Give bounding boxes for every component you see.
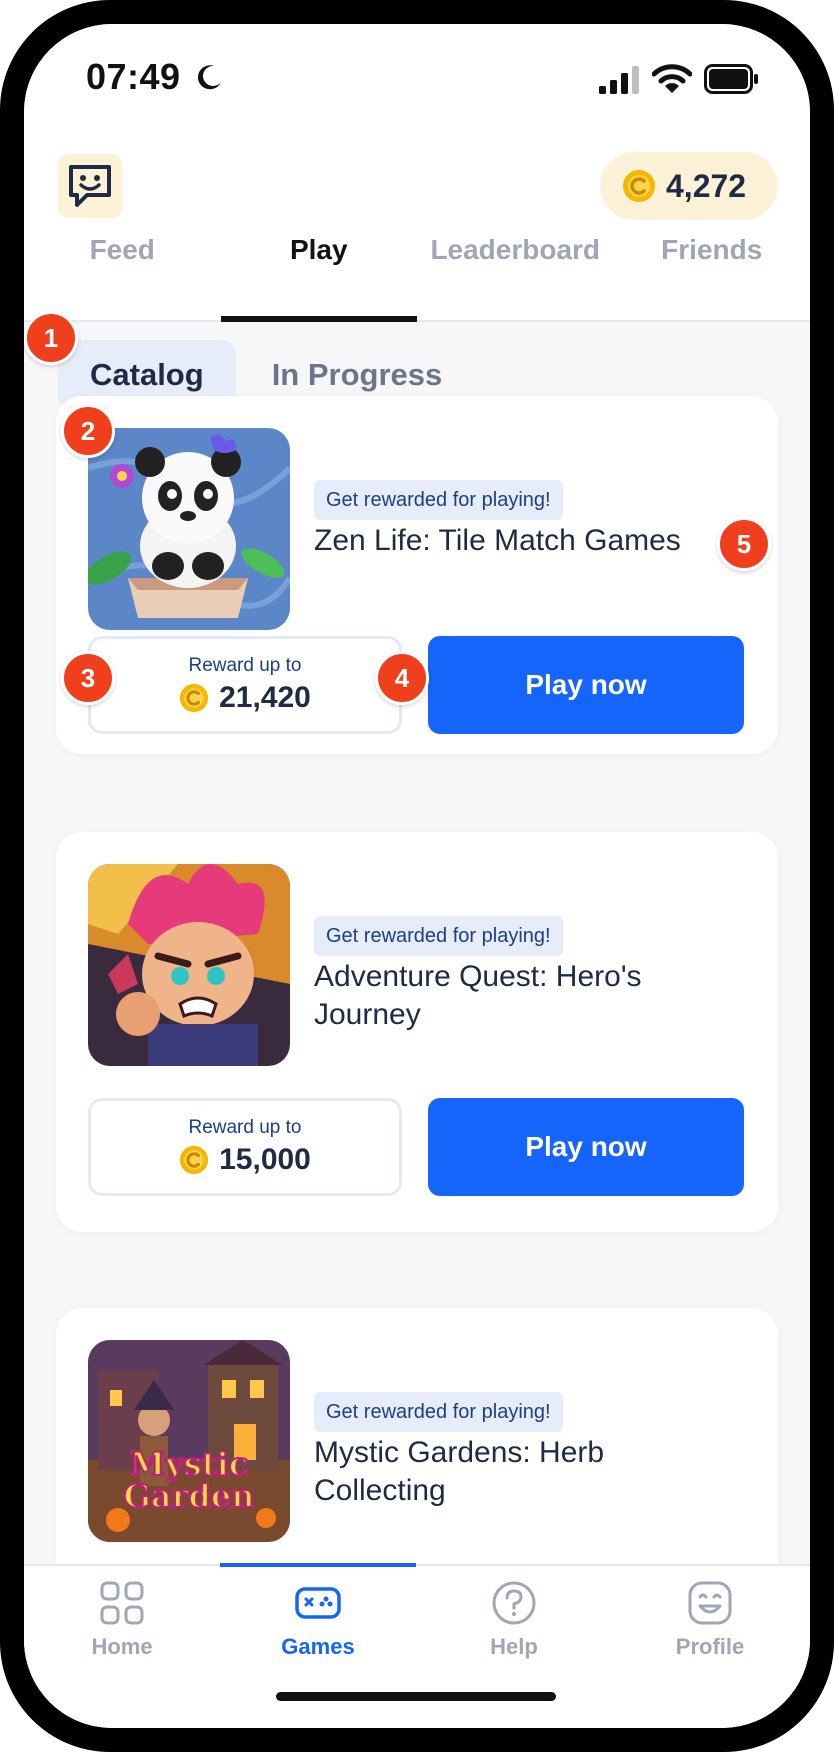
annotation-badge-3: 3 — [61, 651, 115, 705]
grid-icon — [100, 1581, 144, 1625]
annotation-badge-1: 1 — [24, 311, 78, 365]
tab-leaderboard[interactable]: Leaderboard — [417, 234, 614, 322]
reward-label: Reward up to — [188, 1117, 302, 1138]
status-bar: 07:49 — [24, 24, 810, 134]
reward-box: Reward up to 15,000 — [88, 1098, 402, 1196]
game-title[interactable]: Mystic Gardens: Herb Collecting — [314, 1434, 734, 1510]
game-thumbnail[interactable] — [88, 428, 290, 630]
play-now-button[interactable]: Play now — [428, 636, 744, 734]
wifi-icon — [652, 64, 692, 93]
coin-icon — [179, 683, 209, 713]
annotation-badge-4: 4 — [375, 651, 429, 705]
annotation-badge-2: 2 — [61, 404, 115, 458]
top-tabs: Feed Play Leaderboard Friends — [24, 234, 810, 322]
help-icon — [492, 1581, 536, 1625]
game-card: Mystic Garden Get rewarded for playing! … — [56, 1308, 778, 1608]
game-card: Get rewarded for playing! Adventure Ques… — [56, 832, 778, 1232]
thumbnail-word-1: Mystic — [129, 1445, 249, 1483]
phone-frame: 07:49 4,272 Feed Play Leaderboard Friend… — [0, 0, 834, 1752]
coin-icon — [623, 170, 655, 202]
reward-amount: 21,420 — [219, 681, 311, 714]
app-header: 4,272 Feed Play Leaderboard Friends — [24, 134, 810, 322]
tab-play[interactable]: Play — [220, 234, 418, 322]
moon-icon — [197, 65, 221, 90]
thumbnail-word-2: Garden — [123, 1477, 256, 1515]
nav-item-home[interactable]: Home — [24, 1580, 220, 1660]
reward-tag: Get rewarded for playing! — [314, 1392, 563, 1432]
annotation-badge-5: 5 — [717, 517, 771, 571]
battery-icon — [704, 64, 758, 94]
coin-balance: 4,272 — [666, 167, 747, 204]
game-thumbnail[interactable]: Mystic Garden — [88, 1340, 290, 1542]
reward-tag: Get rewarded for playing! — [314, 480, 563, 520]
nav-item-games[interactable]: Games — [220, 1580, 416, 1660]
coin-icon — [179, 1145, 209, 1175]
bottom-nav: Home Games Help Profile — [24, 1563, 810, 1728]
chat-button[interactable] — [58, 154, 122, 218]
reward-tag: Get rewarded for playing! — [314, 916, 563, 956]
cell-signal-icon — [599, 66, 639, 94]
profile-icon — [688, 1581, 732, 1625]
coin-balance-pill[interactable]: 4,272 — [600, 152, 778, 220]
hero-thumbnail-icon — [88, 864, 290, 1066]
game-thumbnail[interactable] — [88, 864, 290, 1066]
home-indicator — [276, 1692, 556, 1701]
screen: 07:49 4,272 Feed Play Leaderboard Friend… — [24, 24, 810, 1728]
smiley-chat-icon — [69, 165, 111, 207]
reward-label: Reward up to — [188, 655, 302, 676]
active-tab-indicator — [220, 1563, 416, 1567]
nav-item-help[interactable]: Help — [416, 1580, 612, 1660]
nav-label: Profile — [675, 1634, 745, 1659]
game-title[interactable]: Zen Life: Tile Match Games — [314, 522, 734, 560]
tab-friends[interactable]: Friends — [614, 234, 811, 322]
game-title[interactable]: Adventure Quest: Hero's Journey — [314, 958, 734, 1034]
tab-feed[interactable]: Feed — [24, 234, 221, 322]
gamepad-icon — [295, 1587, 341, 1619]
status-time: 07:49 — [86, 56, 181, 97]
nav-label: Home — [91, 1634, 153, 1659]
nav-item-profile[interactable]: Profile — [612, 1580, 808, 1660]
reward-amount: 15,000 — [219, 1143, 311, 1176]
nav-label: Help — [490, 1634, 538, 1659]
reward-box: Reward up to 21,420 — [88, 636, 402, 734]
panda-thumbnail-icon — [88, 428, 290, 630]
nav-label: Games — [281, 1634, 355, 1659]
play-now-button[interactable]: Play now — [428, 1098, 744, 1196]
